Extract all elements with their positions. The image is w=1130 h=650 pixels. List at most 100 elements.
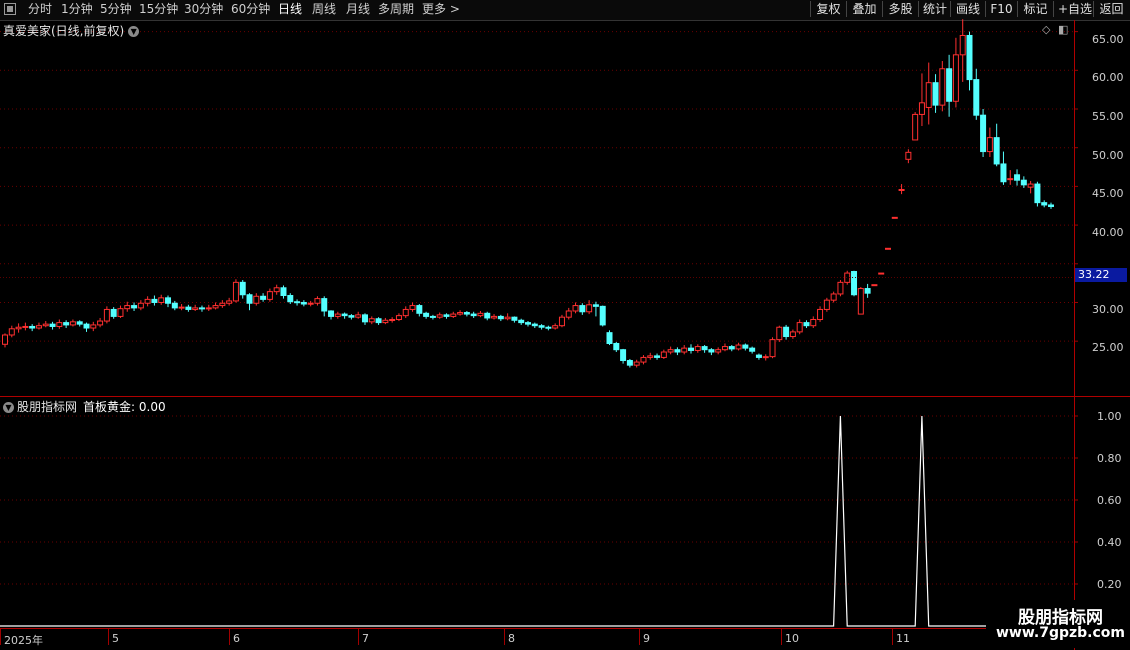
candle-body-down — [63, 322, 70, 326]
indicator-title: ▼ 股朋指标网 首板黄金: 0.00 — [3, 398, 166, 415]
candle-body-up — [769, 339, 776, 358]
candle-body-up — [796, 322, 803, 333]
candle-body-down — [239, 281, 246, 296]
kline-chart[interactable] — [0, 0, 1130, 650]
panel-toggle-icon[interactable]: ◧ — [1058, 23, 1068, 36]
candle-body-down — [348, 315, 355, 318]
candle-body-up — [137, 302, 144, 309]
candle-body-down — [131, 305, 138, 309]
candle-body-down — [946, 68, 953, 102]
candle-body-up — [905, 151, 912, 160]
candle-body-up — [144, 298, 151, 304]
candle-body-up — [898, 188, 905, 191]
candle-body-up — [884, 247, 891, 250]
candle-body-down — [851, 271, 858, 296]
y-tick-label: 50.00 — [1092, 149, 1124, 162]
y-tick-label: 65.00 — [1092, 33, 1124, 46]
candle-body-down — [728, 346, 735, 350]
x-tick-label: 9 — [643, 632, 650, 645]
candle-body-down — [443, 314, 450, 317]
candle-body-up — [477, 312, 484, 317]
candle-body-down — [749, 347, 756, 352]
candle-body-up — [891, 216, 898, 219]
candle-body-up — [878, 272, 885, 275]
current-price-tag: 33.22 — [1075, 268, 1127, 282]
candle-body-down — [110, 308, 117, 317]
candle-body-up — [986, 137, 993, 153]
candle-body-up — [647, 355, 654, 358]
candle-body-down — [511, 316, 518, 321]
candle-body-down — [328, 310, 335, 317]
candle-body-up — [572, 305, 579, 312]
candle-body-up — [273, 287, 280, 293]
candle-body-down — [246, 294, 253, 304]
candle-body-up — [212, 305, 219, 309]
candle-body-down — [300, 301, 307, 305]
candle-body-down — [592, 304, 599, 307]
candle-body-up — [715, 349, 722, 353]
candle-body-down — [742, 344, 749, 349]
candle-body-up — [735, 344, 742, 350]
candle-body-up — [42, 323, 49, 327]
candle-body-down — [375, 318, 382, 324]
candle-body-up — [837, 281, 844, 295]
candle-body-down — [1048, 204, 1054, 208]
candle-body-up — [830, 293, 837, 301]
x-tick-label: 11 — [896, 632, 910, 645]
main-chart-title: 真爱美家(日线,前复权) ▼ — [3, 22, 140, 39]
candle-body-up — [382, 319, 389, 324]
indicator-series — [0, 415, 1074, 627]
candle-body-down — [171, 302, 178, 309]
candle-body-up — [219, 302, 226, 307]
watermark-url: www.7gpzb.com — [996, 625, 1126, 641]
indicator-y-tick-label: 0.40 — [1097, 536, 1122, 549]
indicator-y-tick-label: 0.80 — [1097, 452, 1122, 465]
candle-body-up — [817, 308, 824, 321]
candle-body-down — [83, 323, 90, 329]
candle-body-down — [416, 305, 423, 314]
candle-body-up — [232, 281, 239, 302]
candle-body-down — [1041, 202, 1048, 206]
chevron-down-icon[interactable]: ▼ — [128, 26, 140, 37]
candle-body-up — [823, 299, 830, 310]
candle-body-down — [29, 325, 36, 329]
candle-body-up — [918, 102, 925, 115]
candle-body-down — [341, 313, 348, 317]
candle-body-down — [429, 315, 436, 318]
candle-body-down — [531, 323, 538, 327]
candle-body-down — [803, 322, 810, 327]
candle-body-down — [1014, 174, 1021, 181]
candle-body-up — [307, 302, 314, 305]
candle-body-down — [626, 360, 633, 366]
candle-body-down — [484, 312, 491, 319]
indicator-line — [0, 415, 1074, 627]
candle-body-up — [368, 318, 375, 323]
candle-body-up — [69, 321, 76, 326]
candle-body-up — [762, 356, 769, 359]
candle-body-down — [423, 312, 430, 317]
candle-body-down — [518, 319, 525, 324]
chevron-down-icon[interactable]: ▼ — [3, 402, 14, 413]
candle-body-down — [599, 305, 606, 326]
candle-body-down — [151, 298, 158, 303]
candle-body-down — [287, 295, 294, 303]
candle-body-up — [158, 297, 165, 303]
x-tick-label: 10 — [785, 632, 799, 645]
y-tick-label: 60.00 — [1092, 71, 1124, 84]
diamond-icon[interactable]: ◇ — [1042, 23, 1050, 36]
candle-body-down — [463, 312, 470, 315]
candle-body-up — [205, 307, 212, 310]
candle-body-up — [925, 82, 932, 108]
candle-body-up — [491, 315, 498, 319]
candle-body-down — [613, 342, 620, 351]
candle-body-down — [185, 306, 192, 310]
y-tick-label: 40.00 — [1092, 226, 1124, 239]
x-tick-label: 2025年 — [4, 634, 43, 647]
candle-body-up — [558, 316, 565, 327]
candle-body-down — [620, 349, 627, 362]
x-tick-label: 8 — [508, 632, 515, 645]
candle-body-down — [538, 325, 545, 328]
candle-body-down — [76, 321, 83, 325]
candle-body-up — [253, 295, 260, 304]
candle-body-down — [755, 354, 762, 358]
